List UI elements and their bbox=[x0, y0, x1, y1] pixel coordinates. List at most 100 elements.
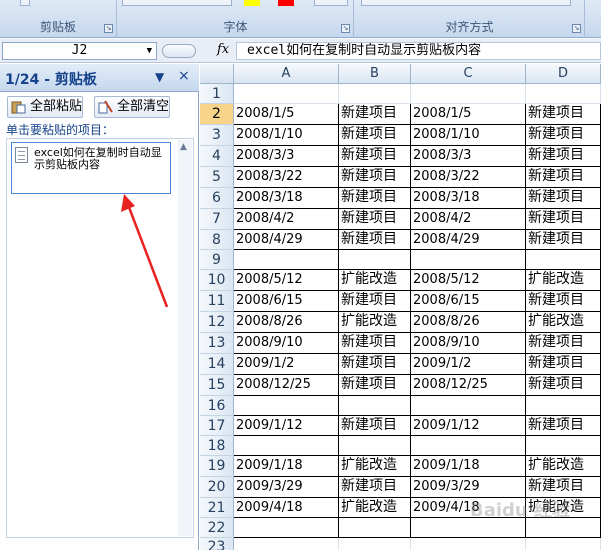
cell-d3[interactable]: 新建项目 bbox=[526, 125, 601, 146]
column-header-b[interactable]: B bbox=[339, 64, 411, 84]
row-header[interactable]: 9 bbox=[200, 250, 234, 270]
cell-a11[interactable]: 2008/6/15 bbox=[234, 291, 339, 312]
cell-b20[interactable]: 新建项目 bbox=[339, 477, 411, 498]
cell-d14[interactable]: 新建项目 bbox=[526, 354, 601, 375]
row-header[interactable]: 13 bbox=[200, 333, 234, 354]
cell-d20[interactable]: 新建项目 bbox=[526, 477, 601, 498]
cell-a18[interactable] bbox=[234, 436, 339, 456]
cell-c11[interactable]: 2008/6/15 bbox=[411, 291, 526, 312]
cell-d12[interactable]: 扩能改造 bbox=[526, 312, 601, 333]
alignment-buttons[interactable] bbox=[361, 0, 571, 6]
cell-d19[interactable]: 扩能改造 bbox=[526, 456, 601, 477]
highlight-color-swatch[interactable] bbox=[244, 0, 260, 6]
cell-b9[interactable] bbox=[339, 250, 411, 270]
cell-a8[interactable]: 2008/4/29 bbox=[234, 230, 339, 250]
row-header[interactable]: 14 bbox=[200, 354, 234, 375]
cell-a23[interactable] bbox=[234, 538, 339, 550]
cell-b14[interactable]: 新建项目 bbox=[339, 354, 411, 375]
row-header[interactable]: 16 bbox=[200, 396, 234, 416]
cell-c6[interactable]: 2008/3/18 bbox=[411, 188, 526, 209]
row-header[interactable]: 11 bbox=[200, 291, 234, 312]
cell-a7[interactable]: 2008/4/2 bbox=[234, 209, 339, 230]
column-header-c[interactable]: C bbox=[411, 64, 526, 84]
cell-b22[interactable] bbox=[339, 518, 411, 538]
column-header-d[interactable]: D bbox=[526, 64, 601, 84]
cell-d17[interactable]: 新建项目 bbox=[526, 416, 601, 436]
cell-c14[interactable]: 2009/1/2 bbox=[411, 354, 526, 375]
cell-a16[interactable] bbox=[234, 396, 339, 416]
row-header[interactable]: 1 bbox=[200, 84, 234, 104]
cell-d7[interactable]: 新建项目 bbox=[526, 209, 601, 230]
cell-b6[interactable]: 新建项目 bbox=[339, 188, 411, 209]
cell-b15[interactable]: 新建项目 bbox=[339, 375, 411, 396]
cell-c13[interactable]: 2008/9/10 bbox=[411, 333, 526, 354]
cell-c10[interactable]: 2008/5/12 bbox=[411, 270, 526, 291]
cell-b19[interactable]: 扩能改造 bbox=[339, 456, 411, 477]
cell-d2[interactable]: 新建项目 bbox=[526, 104, 601, 125]
cell-b11[interactable]: 新建项目 bbox=[339, 291, 411, 312]
cell-b12[interactable]: 扩能改造 bbox=[339, 312, 411, 333]
cell-d9[interactable] bbox=[526, 250, 601, 270]
row-header[interactable]: 3 bbox=[200, 125, 234, 146]
paste-all-button[interactable]: 全部粘贴 bbox=[7, 96, 83, 118]
cell-c3[interactable]: 2008/1/10 bbox=[411, 125, 526, 146]
cell-b13[interactable]: 新建项目 bbox=[339, 333, 411, 354]
cell-d18[interactable] bbox=[526, 436, 601, 456]
clipboard-item[interactable]: excel如何在复制时自动显示剪贴板内容 bbox=[11, 142, 171, 194]
cell-a12[interactable]: 2008/8/26 bbox=[234, 312, 339, 333]
pane-options-icon[interactable]: ▼ bbox=[155, 70, 164, 84]
cell-c19[interactable]: 2009/1/18 bbox=[411, 456, 526, 477]
cell-a22[interactable] bbox=[234, 518, 339, 538]
cell-a19[interactable]: 2009/1/18 bbox=[234, 456, 339, 477]
cell-a15[interactable]: 2008/12/25 bbox=[234, 375, 339, 396]
cell-b4[interactable]: 新建项目 bbox=[339, 146, 411, 167]
cell-a20[interactable]: 2009/3/29 bbox=[234, 477, 339, 498]
cell-d5[interactable]: 新建项目 bbox=[526, 167, 601, 188]
cell-a2[interactable]: 2008/1/5 bbox=[234, 104, 339, 125]
font-color-swatch[interactable] bbox=[278, 0, 294, 6]
clear-all-button[interactable]: 全部清空 bbox=[94, 96, 170, 118]
cell-b5[interactable]: 新建项目 bbox=[339, 167, 411, 188]
cell-c17[interactable]: 2009/1/12 bbox=[411, 416, 526, 436]
paste-button-edge[interactable] bbox=[20, 0, 30, 6]
cell-a5[interactable]: 2008/3/22 bbox=[234, 167, 339, 188]
chevron-down-icon[interactable]: ▼ bbox=[147, 43, 152, 59]
cell-b2[interactable]: 新建项目 bbox=[339, 104, 411, 125]
row-header[interactable]: 5 bbox=[200, 167, 234, 188]
row-header[interactable]: 8 bbox=[200, 230, 234, 250]
cell-c20[interactable]: 2009/3/29 bbox=[411, 477, 526, 498]
row-header[interactable]: 23 bbox=[200, 538, 234, 550]
name-box[interactable]: J2 ▼ bbox=[2, 42, 157, 60]
row-header[interactable]: 20 bbox=[200, 477, 234, 498]
cell-c7[interactable]: 2008/4/2 bbox=[411, 209, 526, 230]
cell-c1[interactable] bbox=[411, 84, 526, 104]
font-more-button[interactable] bbox=[314, 0, 348, 6]
cell-a1[interactable] bbox=[234, 84, 339, 104]
cell-c8[interactable]: 2008/4/29 bbox=[411, 230, 526, 250]
cell-d1[interactable] bbox=[526, 84, 601, 104]
worksheet-grid[interactable]: A B C D 1 2 2008/1/5 新建项目 2008/1/5 新建项目 3 2008/1/10… bbox=[200, 64, 601, 550]
insert-function-icon[interactable]: fx bbox=[217, 42, 229, 57]
cell-b18[interactable] bbox=[339, 436, 411, 456]
font-size-box[interactable] bbox=[122, 0, 232, 6]
cell-b1[interactable] bbox=[339, 84, 411, 104]
cell-d13[interactable]: 新建项目 bbox=[526, 333, 601, 354]
cell-d10[interactable]: 扩能改造 bbox=[526, 270, 601, 291]
row-header[interactable]: 2 bbox=[200, 104, 234, 125]
cell-a6[interactable]: 2008/3/18 bbox=[234, 188, 339, 209]
cell-b21[interactable]: 扩能改造 bbox=[339, 498, 411, 518]
formula-input[interactable]: excel如何在复制时自动显示剪贴板内容 bbox=[236, 42, 601, 60]
cell-c12[interactable]: 2008/8/26 bbox=[411, 312, 526, 333]
cell-c2[interactable]: 2008/1/5 bbox=[411, 104, 526, 125]
row-header[interactable]: 7 bbox=[200, 209, 234, 230]
cell-b10[interactable]: 扩能改造 bbox=[339, 270, 411, 291]
cell-b3[interactable]: 新建项目 bbox=[339, 125, 411, 146]
alignment-launcher-icon[interactable]: ↘ bbox=[572, 24, 581, 33]
cell-b23[interactable] bbox=[339, 538, 411, 550]
row-header[interactable]: 19 bbox=[200, 456, 234, 477]
cell-c16[interactable] bbox=[411, 396, 526, 416]
cell-c9[interactable] bbox=[411, 250, 526, 270]
cell-a14[interactable]: 2009/1/2 bbox=[234, 354, 339, 375]
cell-d4[interactable]: 新建项目 bbox=[526, 146, 601, 167]
cell-a21[interactable]: 2009/4/18 bbox=[234, 498, 339, 518]
